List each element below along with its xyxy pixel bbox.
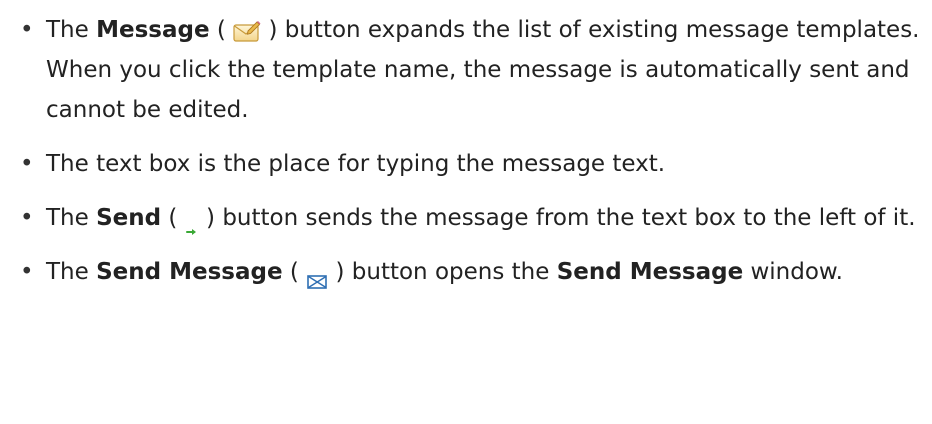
document-page: • The Message ( ) button expands the lis…: [0, 0, 932, 424]
text-pre: The: [46, 259, 97, 285]
bullet-dot: •: [20, 151, 34, 177]
bullet-item-message: • The Message ( ) button expands the lis…: [20, 10, 925, 130]
paren-open: (: [209, 17, 234, 43]
paren-open: (: [282, 259, 307, 285]
bullet-dot: •: [20, 17, 34, 43]
message-template-icon: [233, 16, 261, 42]
bold-term-send: Send: [96, 205, 162, 231]
text-tail: window.: [743, 259, 843, 285]
bullet-dot: •: [20, 259, 34, 285]
text-pre: The: [46, 205, 97, 231]
bullet-list: • The Message ( ) button expands the lis…: [20, 10, 925, 306]
text-pre: The: [46, 17, 97, 43]
bold-term-send-message: Send Message: [96, 259, 283, 285]
send-arrow-icon: [185, 211, 199, 235]
paren-open: (: [161, 205, 185, 231]
bold-term-message: Message: [96, 17, 210, 43]
text-close: ) button sends the message from the text…: [198, 205, 916, 231]
bullet-item-send-message: • The Send Message ( ) button opens the …: [20, 252, 925, 292]
text-close: ) button opens the: [328, 259, 557, 285]
envelope-icon: [306, 263, 328, 289]
text-body: The text box is the place for typing the…: [46, 151, 666, 177]
bullet-item-send: • The Send ( ) button sends the message …: [20, 198, 925, 238]
bold-term-send-message-window: Send Message: [556, 259, 744, 285]
bullet-item-textbox: • The text box is the place for typing t…: [20, 144, 925, 184]
bullet-dot: •: [20, 205, 34, 231]
